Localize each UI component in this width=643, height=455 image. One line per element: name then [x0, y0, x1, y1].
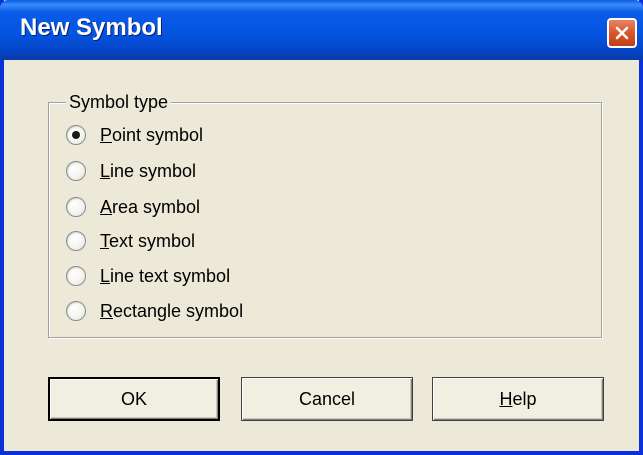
radio-rectangle-symbol[interactable]: Rectangle symbol — [66, 298, 243, 324]
radio-button-line-text[interactable] — [66, 266, 86, 286]
radio-button-text[interactable] — [66, 231, 86, 251]
title-bar[interactable]: New Symbol — [0, 0, 643, 60]
radio-button-point[interactable] — [66, 125, 86, 145]
symbol-type-legend: Symbol type — [66, 92, 172, 113]
help-button-label: elp — [512, 388, 537, 409]
window-title: New Symbol — [20, 14, 163, 41]
radio-label-rectangle: Rectangle symbol — [100, 300, 244, 321]
radio-button-area[interactable] — [66, 197, 86, 217]
cancel-button[interactable]: Cancel — [241, 377, 413, 421]
radio-line-text-symbol[interactable]: Line text symbol — [66, 263, 230, 289]
close-icon — [615, 26, 629, 40]
radio-label-line: Line symbol — [100, 160, 197, 181]
new-symbol-dialog: New Symbol Symbol type Point symbol Line… — [0, 0, 643, 455]
close-button[interactable] — [607, 18, 637, 48]
radio-text-symbol[interactable]: Text symbol — [66, 228, 195, 254]
radio-label-area: Area symbol — [100, 196, 201, 217]
radio-line-symbol[interactable]: Line symbol — [66, 158, 196, 184]
radio-button-rectangle[interactable] — [66, 301, 86, 321]
dialog-client-area: Symbol type Point symbol Line symbol Are… — [4, 60, 639, 451]
radio-label-text: Text symbol — [100, 230, 196, 251]
ok-button[interactable]: OK — [48, 377, 220, 421]
help-button-accel: H — [499, 388, 513, 409]
radio-area-symbol[interactable]: Area symbol — [66, 194, 200, 220]
radio-label-line-text: Line text symbol — [100, 265, 231, 286]
help-button[interactable]: Help — [432, 377, 604, 421]
radio-point-symbol[interactable]: Point symbol — [66, 122, 203, 148]
radio-label-point: Point symbol — [100, 124, 204, 145]
radio-button-line[interactable] — [66, 161, 86, 181]
